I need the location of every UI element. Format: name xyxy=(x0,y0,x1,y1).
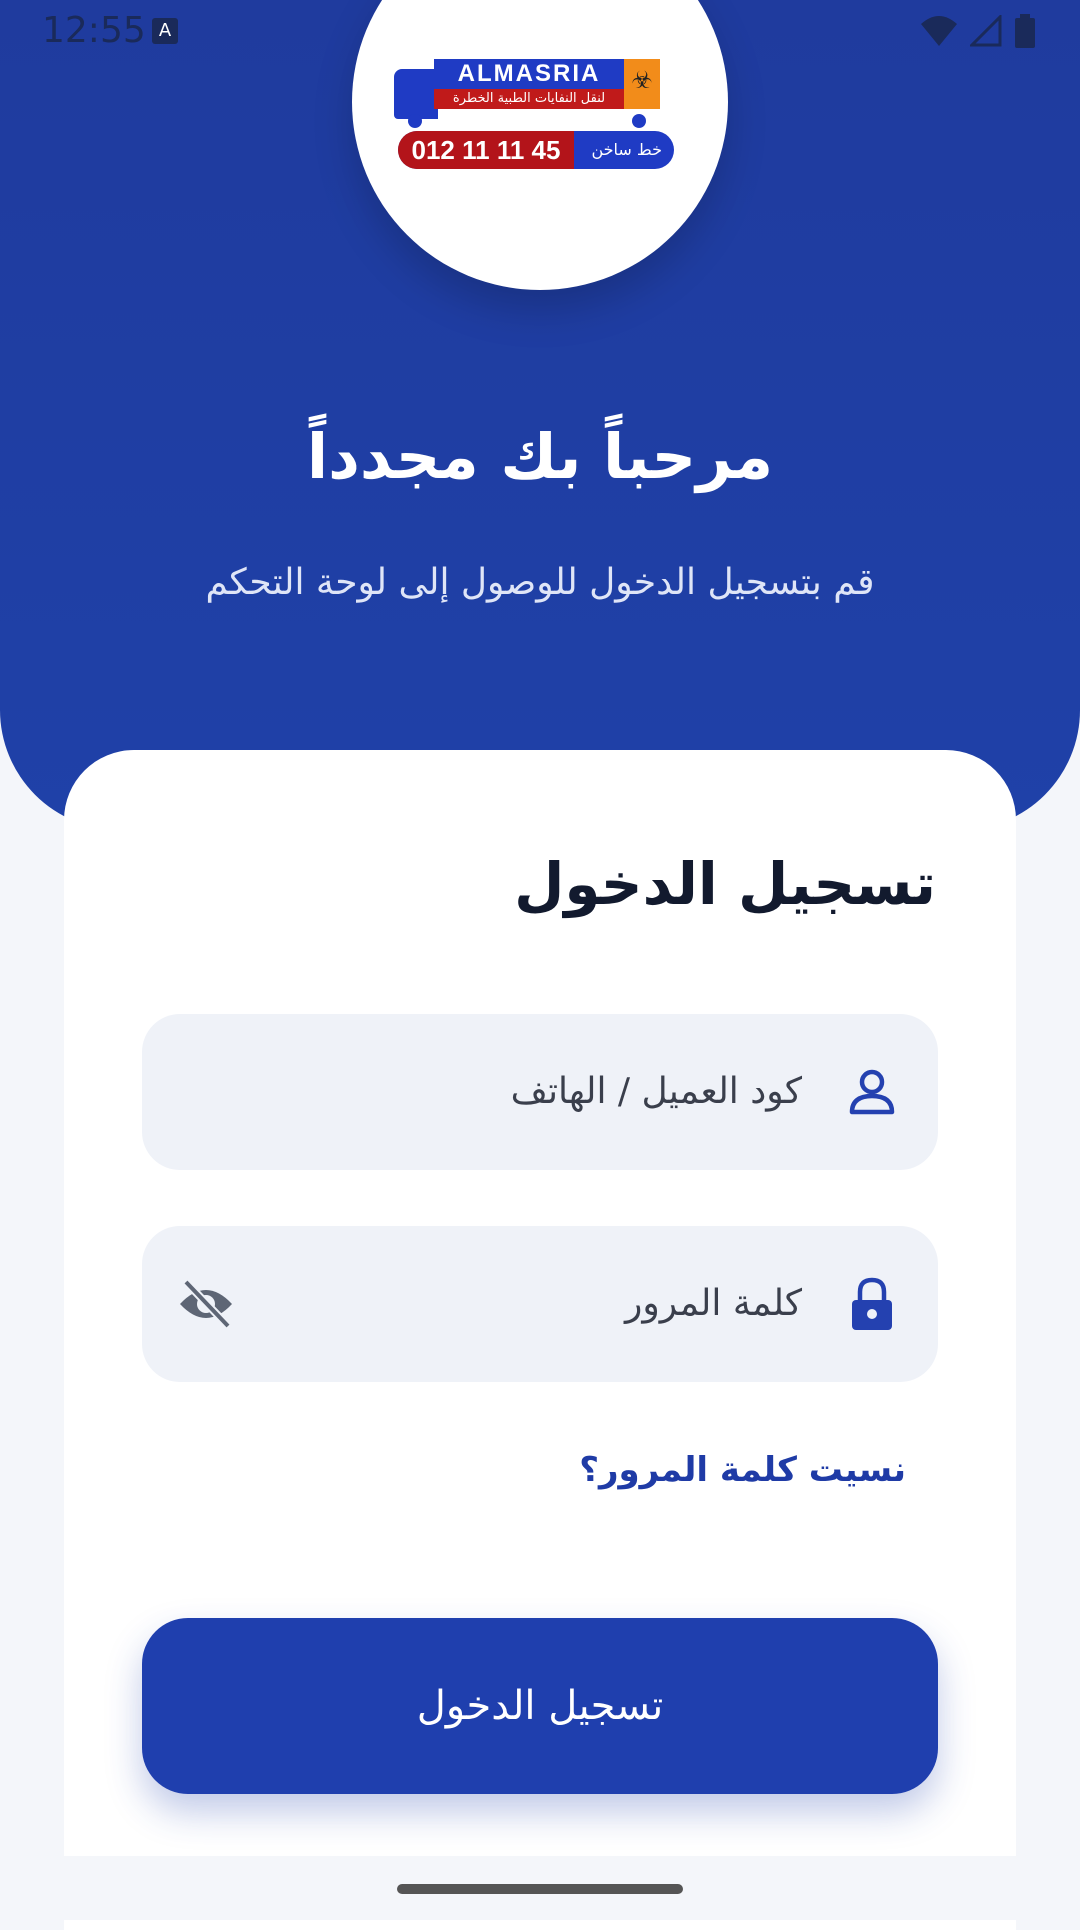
navigation-bar xyxy=(0,1856,1080,1920)
logo-brand: ALMASRIA xyxy=(434,59,624,93)
battery-icon xyxy=(1015,14,1035,48)
signal-icon xyxy=(970,15,1002,47)
welcome-subtitle: قم بتسجيل الدخول للوصول إلى لوحة التحكم xyxy=(205,562,875,603)
username-field[interactable]: كود العميل / الهاتف xyxy=(142,1014,938,1170)
username-placeholder: كود العميل / الهاتف xyxy=(510,1071,802,1112)
home-gesture-handle[interactable] xyxy=(397,1884,683,1894)
logo-tagline: لنقل النفايات الطبية الخطرة xyxy=(434,89,624,109)
login-button[interactable]: تسجيل الدخول xyxy=(142,1618,938,1794)
password-placeholder: كلمة المرور xyxy=(624,1283,802,1324)
notification-icon: A xyxy=(152,18,178,44)
wheel-icon xyxy=(408,114,422,128)
user-icon xyxy=(849,1069,895,1115)
forgot-password-link[interactable]: نسيت كلمة المرور؟ xyxy=(579,1450,906,1490)
wheel-icon xyxy=(632,114,646,128)
login-card: تسجيل الدخول كود العميل / الهاتف كلمة ال… xyxy=(64,750,1016,1930)
eye-off-icon[interactable] xyxy=(176,1276,236,1332)
logo-phone-label: خط ساخن xyxy=(591,140,662,159)
biohazard-icon: ☣ xyxy=(624,59,660,109)
truck-icon xyxy=(394,69,438,119)
welcome-title: مرحباً بك مجدداً xyxy=(306,420,774,493)
status-bar: 12:55 A xyxy=(0,0,1080,62)
logo-phone-number: 012 11 11 45 30 xyxy=(398,131,574,169)
lock-icon xyxy=(852,1277,892,1330)
logo-hotline: 012 11 11 45 30 خط ساخن xyxy=(398,131,674,169)
login-title: تسجيل الدخول xyxy=(514,850,936,918)
wifi-icon xyxy=(921,16,957,46)
status-icons xyxy=(920,14,1036,48)
password-field[interactable]: كلمة المرور xyxy=(142,1226,938,1382)
status-time: 12:55 xyxy=(42,10,146,51)
